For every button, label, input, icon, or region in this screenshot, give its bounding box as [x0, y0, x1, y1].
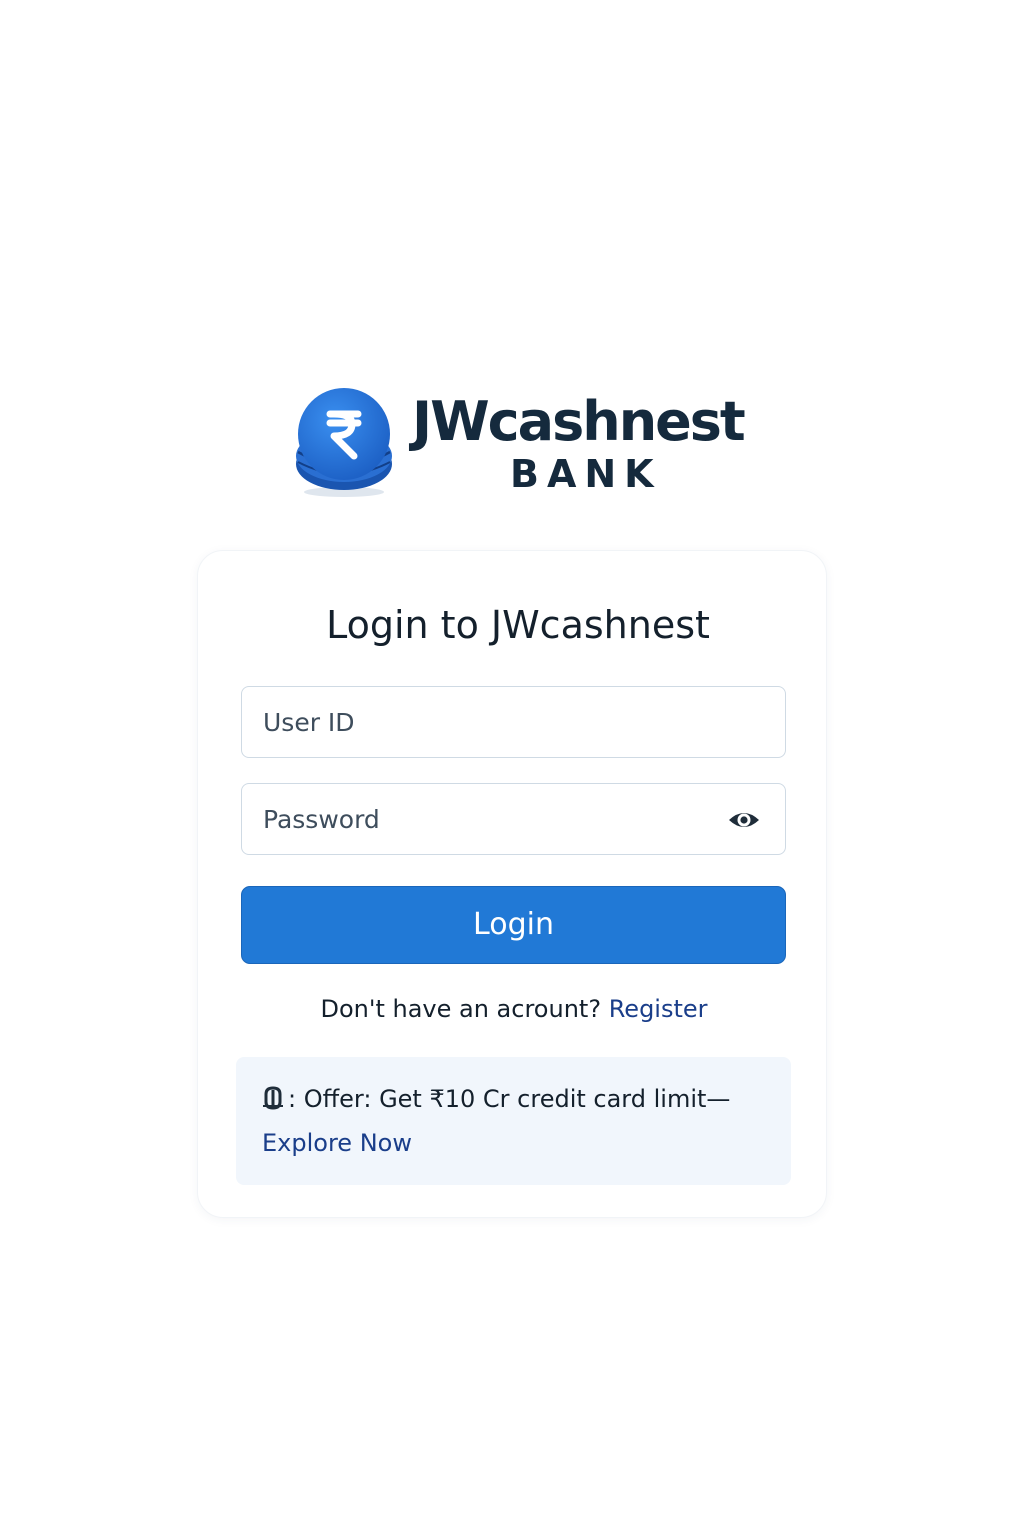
- rupee-coin-icon: [294, 386, 398, 498]
- brand-subtitle: BANK: [510, 452, 662, 496]
- brand-logo: JWcashnest BANK: [294, 386, 754, 516]
- login-card: Login to JWcashnest Login Don't have an …: [197, 550, 827, 1218]
- explore-now-link[interactable]: Explore Now: [262, 1127, 412, 1159]
- login-button[interactable]: Login: [241, 886, 786, 964]
- register-prompt-text: Don't have an acrount?: [320, 995, 602, 1023]
- login-title: Login to JWcashnest: [326, 603, 710, 647]
- offer-banner: : Offer: Get ₹10 Cr credit card limit— E…: [236, 1057, 791, 1185]
- login-page: JWcashnest BANK Login to JWcashnest Logi…: [0, 0, 1024, 1536]
- offer-line: : Offer: Get ₹10 Cr credit card limit—: [262, 1083, 730, 1118]
- user-id-field-wrapper: [241, 686, 786, 758]
- password-input[interactable]: [242, 784, 785, 854]
- offer-icon: [262, 1086, 284, 1118]
- user-id-input[interactable]: [242, 687, 785, 757]
- offer-text: : Offer: Get ₹10 Cr credit card limit—: [288, 1085, 731, 1113]
- register-link[interactable]: Register: [609, 995, 708, 1023]
- password-field-wrapper: [241, 783, 786, 855]
- brand-name: JWcashnest: [412, 390, 746, 453]
- register-prompt-line: Don't have an acrount? Register: [198, 993, 830, 1025]
- eye-icon[interactable]: [727, 806, 761, 834]
